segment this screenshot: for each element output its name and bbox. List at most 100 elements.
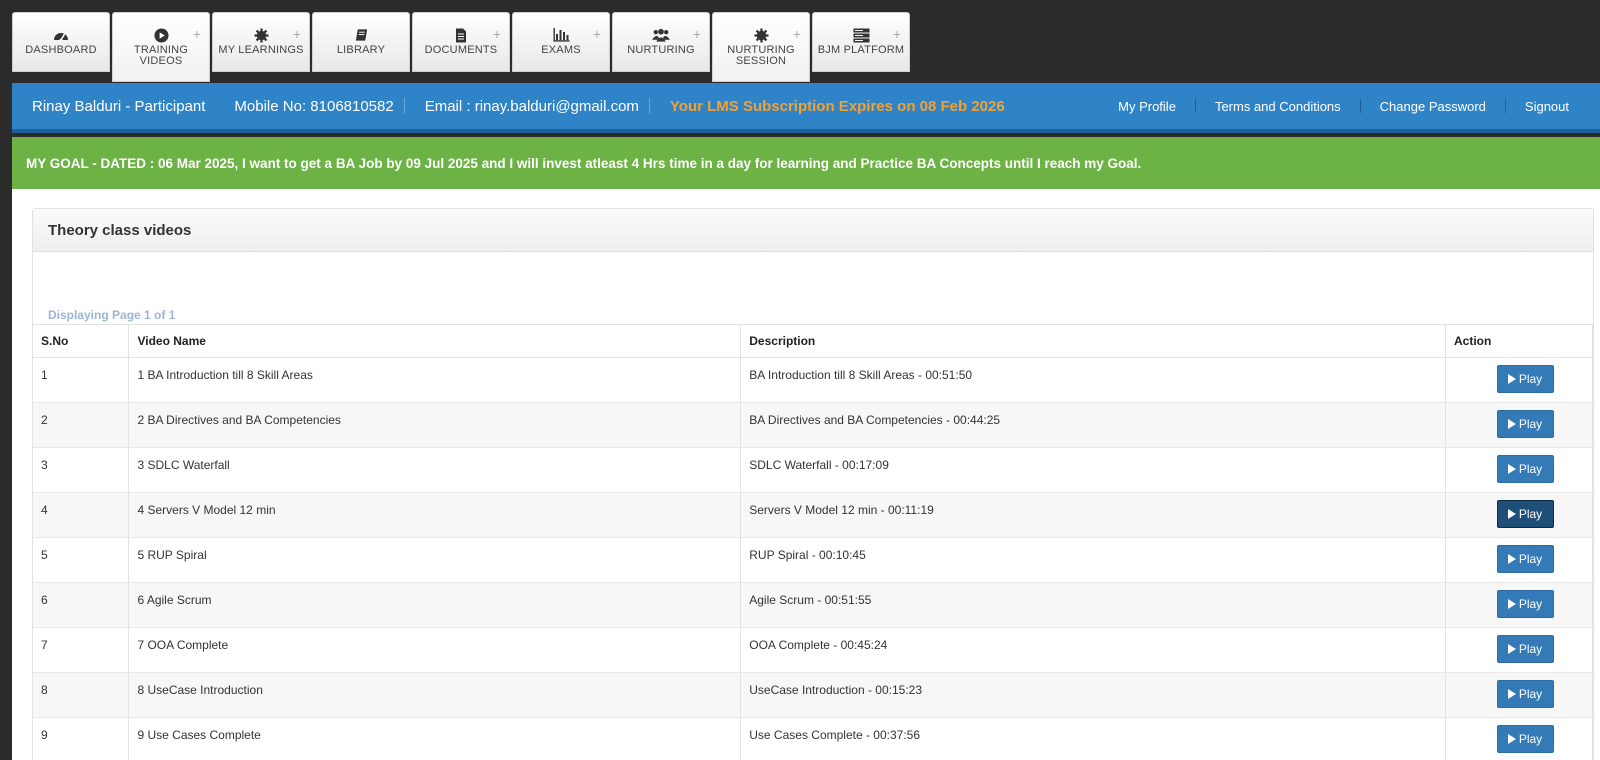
cell-description: BA Introduction till 8 Skill Areas - 00:… — [740, 357, 1446, 403]
tab-training-videos[interactable]: TRAINING VIDEOS + — [112, 12, 210, 82]
users-icon — [652, 27, 670, 43]
play-label: Play — [1518, 372, 1543, 386]
play-icon — [1507, 734, 1516, 744]
play-button[interactable]: Play — [1496, 545, 1554, 573]
server-icon — [852, 27, 870, 43]
tab-bjm-platform[interactable]: BJM PLATFORM + — [812, 12, 910, 72]
table-header-row: S.No Video Name Description Action — [33, 324, 1593, 358]
column-header-video-name: Video Name — [128, 324, 742, 358]
plus-icon[interactable]: + — [593, 27, 601, 41]
table-row: 8 8 UseCase Introduction UseCase Introdu… — [33, 672, 1593, 718]
page-info: Displaying Page 1 of 1 — [48, 308, 176, 322]
tab-label: DOCUMENTS — [424, 44, 498, 56]
account-links: My Profile Terms and Conditions Change P… — [1099, 99, 1600, 114]
subscription-expiry: Your LMS Subscription Expires on 08 Feb … — [669, 97, 1005, 115]
tab-label: BJM PLATFORM — [817, 44, 905, 56]
tab-dashboard[interactable]: DASHBOARD — [12, 12, 110, 72]
signout-link[interactable]: Signout — [1506, 99, 1588, 114]
user-info-bar: Rinay Balduri - Participant Mobile No: 8… — [12, 83, 1600, 133]
plus-icon[interactable]: + — [293, 27, 301, 41]
tab-label: NURTURING — [627, 44, 695, 56]
play-button[interactable]: Play — [1496, 455, 1554, 483]
play-button[interactable]: Play — [1496, 725, 1554, 753]
plus-icon[interactable]: + — [893, 27, 901, 41]
table-row: 2 2 BA Directives and BA Competencies BA… — [33, 402, 1593, 448]
cell-video-name: 3 SDLC Waterfall — [128, 447, 742, 493]
cell-description: BA Directives and BA Competencies - 00:4… — [740, 402, 1446, 448]
play-button[interactable]: Play — [1496, 680, 1554, 708]
play-button[interactable]: Play — [1496, 500, 1554, 528]
cell-description: Servers V Model 12 min - 00:11:19 — [740, 492, 1446, 538]
cell-action: Play — [1445, 582, 1593, 628]
table-row: 4 4 Servers V Model 12 min Servers V Mod… — [33, 492, 1593, 538]
change-password-link[interactable]: Change Password — [1361, 99, 1505, 114]
table-row: 7 7 OOA Complete OOA Complete - 00:45:24… — [33, 627, 1593, 673]
play-circle-icon — [152, 27, 170, 43]
tab-exams[interactable]: EXAMS + — [512, 12, 610, 72]
play-icon — [1507, 644, 1516, 654]
cell-sno: 7 — [33, 627, 130, 673]
cell-action: Play — [1445, 402, 1593, 448]
cell-action: Play — [1445, 717, 1593, 760]
plus-icon[interactable]: + — [493, 27, 501, 41]
play-icon — [1507, 689, 1516, 699]
gear-icon — [752, 27, 770, 43]
play-icon — [1507, 509, 1516, 519]
table-row: 6 6 Agile Scrum Agile Scrum - 00:51:55 P… — [33, 582, 1593, 628]
my-profile-link[interactable]: My Profile — [1099, 99, 1195, 114]
panel-header: Theory class videos — [33, 209, 1593, 252]
cell-action: Play — [1445, 672, 1593, 718]
play-label: Play — [1518, 687, 1543, 701]
tab-label: DASHBOARD — [25, 44, 97, 56]
cell-action: Play — [1445, 537, 1593, 583]
cell-description: Agile Scrum - 00:51:55 — [740, 582, 1446, 628]
plus-icon[interactable]: + — [193, 27, 201, 41]
plus-icon[interactable]: + — [693, 27, 701, 41]
cell-sno: 5 — [33, 537, 130, 583]
tab-library[interactable]: LIBRARY — [312, 12, 410, 72]
cell-action: Play — [1445, 627, 1593, 673]
table-row: 5 5 RUP Spiral RUP Spiral - 00:10:45 Pla… — [33, 537, 1593, 583]
mobile-number: Mobile No: 8106810582 — [234, 97, 394, 115]
tab-documents[interactable]: DOCUMENTS + — [412, 12, 510, 72]
tab-nurturing[interactable]: NURTURING + — [612, 12, 710, 72]
column-header-sno: S.No — [33, 324, 130, 358]
cell-action: Play — [1445, 492, 1593, 538]
tab-label: EXAMS — [541, 44, 581, 56]
play-label: Play — [1518, 462, 1543, 476]
videos-panel: Theory class videos Displaying Page 1 of… — [32, 208, 1594, 760]
table-row: 1 1 BA Introduction till 8 Skill Areas B… — [33, 357, 1593, 403]
play-button[interactable]: Play — [1496, 410, 1554, 438]
play-button[interactable]: Play — [1496, 365, 1554, 393]
cell-sno: 1 — [33, 357, 130, 403]
plus-icon[interactable]: + — [793, 27, 801, 41]
play-label: Play — [1518, 642, 1543, 656]
gear-icon — [252, 27, 270, 43]
cell-sno: 2 — [33, 402, 130, 448]
cell-sno: 6 — [33, 582, 130, 628]
email-address: Email : rinay.balduri@gmail.com — [424, 97, 639, 115]
tab-label: NURTURING SESSION — [727, 44, 795, 67]
play-label: Play — [1518, 507, 1543, 521]
play-icon — [1507, 554, 1516, 564]
play-button[interactable]: Play — [1496, 635, 1554, 663]
cell-description: SDLC Waterfall - 00:17:09 — [740, 447, 1446, 493]
cell-description: RUP Spiral - 00:10:45 — [740, 537, 1446, 583]
tab-label: MY LEARNINGS — [218, 44, 304, 56]
cell-video-name: 7 OOA Complete — [128, 627, 742, 673]
book-icon — [352, 27, 370, 43]
play-label: Play — [1518, 552, 1543, 566]
play-icon — [1507, 464, 1516, 474]
bar-chart-icon — [552, 27, 570, 43]
cell-video-name: 2 BA Directives and BA Competencies — [128, 402, 742, 448]
table-row: 9 9 Use Cases Complete Use Cases Complet… — [33, 717, 1593, 760]
dashboard-icon — [52, 27, 70, 43]
main-content: Theory class videos Displaying Page 1 of… — [12, 189, 1600, 760]
cell-video-name: 5 RUP Spiral — [128, 537, 742, 583]
tab-nurturing-session[interactable]: NURTURING SESSION + — [712, 12, 810, 82]
tab-my-learnings[interactable]: MY LEARNINGS + — [212, 12, 310, 72]
play-button[interactable]: Play — [1496, 590, 1554, 618]
goal-text: MY GOAL - DATED : 06 Mar 2025, I want to… — [26, 155, 1142, 171]
cell-description: Use Cases Complete - 00:37:56 — [740, 717, 1446, 760]
terms-link[interactable]: Terms and Conditions — [1196, 99, 1360, 114]
